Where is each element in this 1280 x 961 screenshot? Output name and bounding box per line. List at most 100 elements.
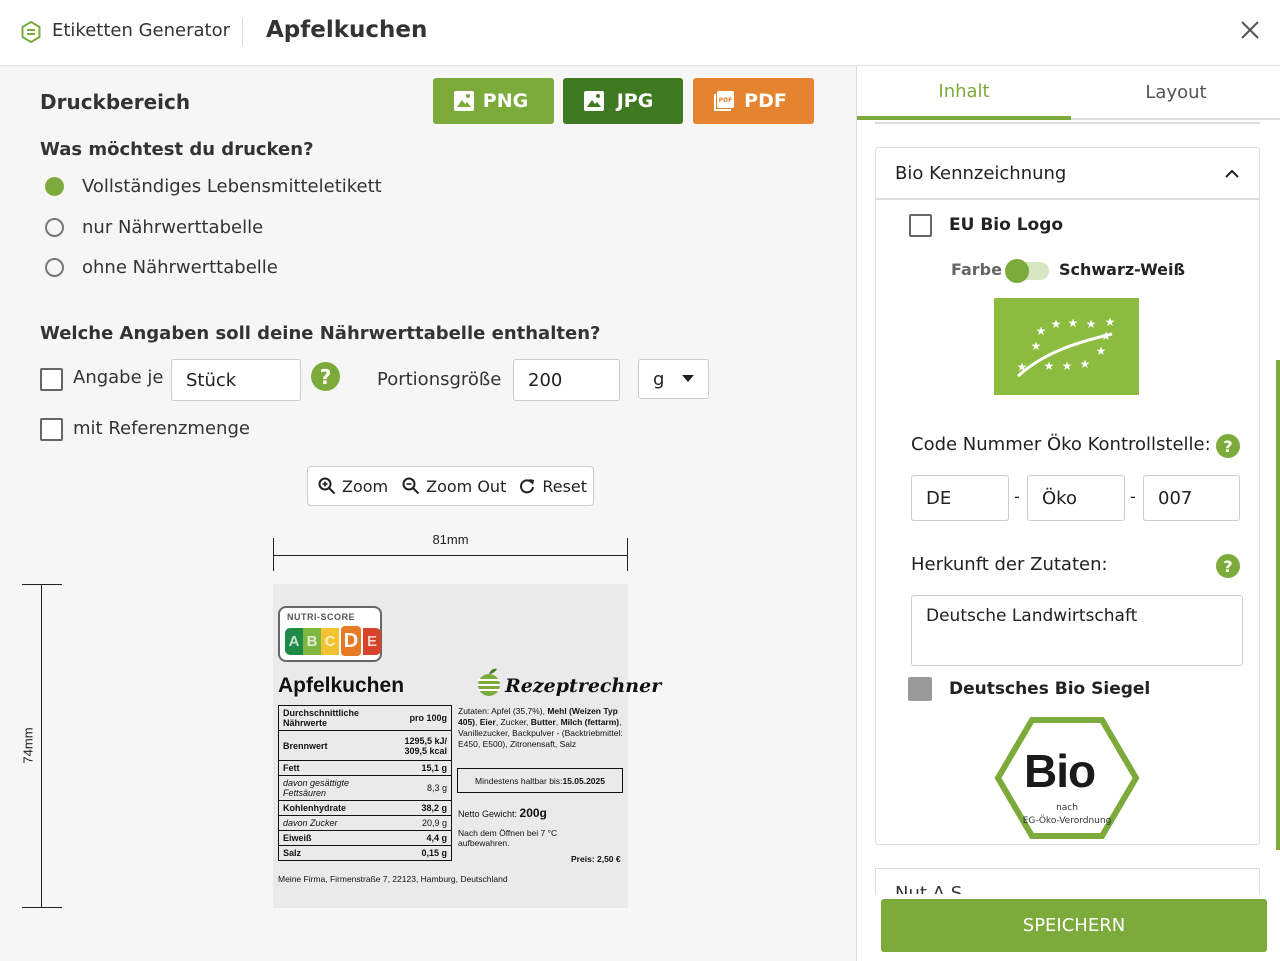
- best-before-box: Mindestens haltbar bis: 15.05.2025: [457, 768, 623, 793]
- refresh-icon: [520, 479, 535, 494]
- width-dimension-label: 81mm: [432, 532, 469, 547]
- bio-card-header[interactable]: Bio Kennzeichnung: [876, 148, 1259, 200]
- per-unit-checkbox[interactable]: [40, 368, 63, 391]
- portion-size-input[interactable]: 200: [513, 359, 620, 401]
- bio-card-title: Bio Kennzeichnung: [895, 162, 1067, 184]
- nutrition-question: Welche Angaben soll deine Nährwerttabell…: [40, 323, 601, 344]
- eu-bio-logo-checkbox[interactable]: [909, 214, 932, 237]
- reset-label: Reset: [542, 476, 588, 496]
- zoom-in-button[interactable]: Zoom: [318, 477, 388, 496]
- ingredients-prefix: Zutaten: Apfel (35,7%),: [458, 706, 548, 716]
- nutri-score-badge: NUTRI-SCORE A B C D E: [278, 606, 382, 662]
- image-icon: [454, 91, 474, 111]
- label-brand-logo: Rezeptrechner: [505, 675, 662, 697]
- table-row: Salz 0,15 g: [278, 845, 452, 861]
- chevron-up-icon[interactable]: [1225, 168, 1239, 178]
- zoom-out-label: Zoom Out: [426, 476, 507, 496]
- eu-bio-leaf-logo: ★ ★ ★ ★ ★ ★★★ ★ ★ ★ ★: [994, 298, 1139, 395]
- table-row: davon Zucker 20,9 g: [278, 815, 452, 831]
- width-ruler-tick: [627, 538, 628, 571]
- zoom-out-button[interactable]: Zoom Out: [402, 477, 506, 496]
- label-preview: NUTRI-SCORE A B C D E Apfelkuchen Rezept…: [273, 584, 661, 908]
- radio-nutrition-only[interactable]: nur Nährwerttabelle: [41, 217, 263, 238]
- label-product-name: Apfelkuchen: [278, 674, 405, 697]
- help-icon[interactable]: ?: [1216, 554, 1240, 578]
- svg-text:PDF: PDF: [719, 97, 732, 104]
- height-dimension-label: 74mm: [20, 727, 36, 764]
- code-oeko-input[interactable]: Öko: [1027, 475, 1125, 521]
- table-row: Durchschnittliche Nährwerte pro 100g: [278, 705, 452, 731]
- svg-text:★: ★: [1068, 316, 1079, 330]
- table-row: Brennwert 1295,5 kJ/ 309,5 kcal: [278, 730, 452, 761]
- zoom-in-label: Zoom: [342, 476, 389, 496]
- toggle-knob[interactable]: [1005, 259, 1029, 283]
- radio-unselected[interactable]: [45, 218, 64, 237]
- bw-label: Schwarz-Weiß: [1059, 260, 1186, 279]
- reset-button[interactable]: Reset: [518, 477, 587, 496]
- table-row: Eiweiß 4,4 g: [278, 830, 452, 846]
- nutrient-name: Brennwert: [278, 730, 396, 761]
- allergen: Butter: [530, 717, 556, 727]
- height-ruler-tick: [22, 907, 62, 908]
- svg-text:★: ★: [1051, 317, 1062, 331]
- scrollbar[interactable]: [1276, 360, 1280, 850]
- nutrient-name: Fett: [278, 760, 396, 776]
- gear-badge-icon: [21, 21, 41, 43]
- nutrient-name: davon Zucker: [278, 815, 396, 831]
- de-bio-siegel-checkbox[interactable]: [908, 677, 932, 701]
- close-icon[interactable]: [1238, 18, 1262, 42]
- table-row: Fett 15,1 g: [278, 760, 452, 776]
- zoom-out-icon: [402, 477, 420, 495]
- allergen: Eier: [479, 717, 496, 727]
- reference-amount-checkbox[interactable]: [40, 418, 63, 441]
- radio-label: nur Nährwerttabelle: [82, 217, 264, 238]
- svg-text:★: ★: [1086, 317, 1097, 331]
- best-before-date: 15.05.2025: [562, 775, 605, 786]
- portion-unit-select[interactable]: g: [638, 359, 709, 399]
- export-pdf-button[interactable]: PDF PDF: [693, 78, 814, 124]
- app-name: Etiketten Generator: [52, 20, 231, 41]
- nutrient-value: 20,9 g: [395, 815, 452, 831]
- svg-text:★: ★: [1062, 359, 1073, 373]
- svg-text:★: ★: [1044, 359, 1055, 373]
- next-card-title: Nut A S: [895, 883, 963, 894]
- per-unit-label: Angabe je: [73, 367, 164, 388]
- export-pdf-label: PDF: [744, 90, 787, 112]
- svg-text:★: ★: [1096, 344, 1107, 358]
- export-png-button[interactable]: PNG: [433, 78, 554, 124]
- net-weight-label: Netto Gewicht:: [458, 809, 520, 819]
- next-card-partial: Nut A S: [875, 868, 1260, 894]
- header-divider: [242, 18, 243, 46]
- portion-unit-value: g: [653, 368, 665, 390]
- help-icon[interactable]: ?: [311, 362, 340, 391]
- origin-textarea[interactable]: Deutsche Landwirtschaft: [911, 595, 1243, 666]
- storage-note: Nach dem Öffnen bei 7 °C aufbewahren.: [458, 828, 558, 848]
- radio-full-label[interactable]: Vollständiges Lebensmitteletikett: [41, 176, 382, 197]
- pdf-file-icon: PDF: [714, 91, 734, 111]
- company-address: Meine Firma, Firmenstraße 7, 22123, Hamb…: [278, 874, 508, 884]
- tab-layout[interactable]: Layout: [1071, 66, 1280, 120]
- radio-label: Vollständiges Lebensmitteletikett: [82, 176, 382, 197]
- help-icon[interactable]: ?: [1216, 434, 1240, 458]
- save-button[interactable]: SPEICHERN: [881, 899, 1267, 952]
- per-unit-input[interactable]: Stück: [171, 359, 301, 401]
- best-before-label: Mindestens haltbar bis:: [475, 775, 563, 786]
- radio-unselected[interactable]: [45, 258, 64, 277]
- color-bw-toggle[interactable]: [1005, 259, 1049, 283]
- code-separator: -: [1130, 487, 1136, 506]
- nutri-score-a: A: [285, 628, 303, 655]
- nutri-score-e: E: [363, 628, 381, 655]
- code-number-input[interactable]: 007: [1143, 475, 1240, 521]
- nutri-score-b: B: [303, 628, 321, 655]
- nutri-score-d-active: D: [339, 624, 363, 658]
- radio-without-nutrition[interactable]: ohne Nährwerttabelle: [41, 257, 278, 278]
- nutrient-value: 38,2 g: [395, 800, 452, 816]
- zoom-in-icon: [318, 477, 336, 495]
- tab-inhalt[interactable]: Inhalt: [857, 66, 1071, 120]
- export-jpg-button[interactable]: JPG: [563, 78, 683, 124]
- reference-amount-label: mit Referenzmenge: [73, 418, 250, 439]
- code-country-input[interactable]: DE: [911, 475, 1009, 521]
- bio-card: Bio Kennzeichnung EU Bio Logo Farbe Schw…: [875, 147, 1260, 845]
- radio-selected[interactable]: [45, 177, 64, 196]
- zoom-toolbar: Zoom Zoom Out Reset: [307, 466, 594, 506]
